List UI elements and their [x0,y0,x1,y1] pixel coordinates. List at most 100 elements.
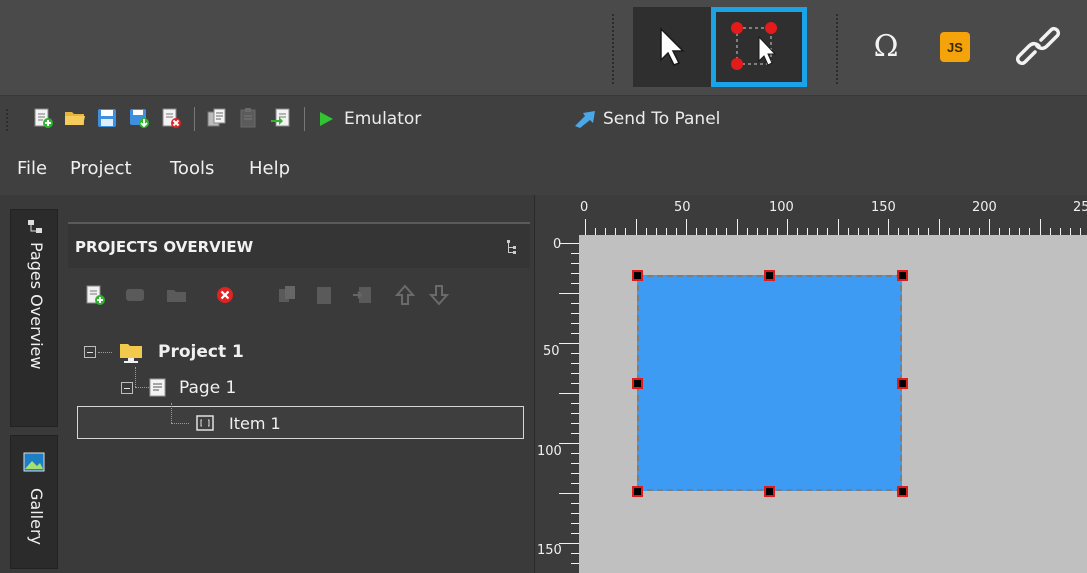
ruler-tick [918,228,920,235]
multi-select-mode-button[interactable] [711,7,807,87]
copy-item-button[interactable] [276,284,298,306]
ruler-tick [559,393,579,394]
send-to-panel-button[interactable]: Send To Panel [573,107,720,131]
ruler-tick [571,263,579,264]
ruler-tick [595,228,597,235]
save-all-icon [130,109,149,128]
ruler-tick [857,228,859,235]
save-all-button[interactable] [128,107,150,129]
page-name: Page 1 [179,378,237,398]
ruler-y-label: 100 [537,444,562,459]
menu-file[interactable]: File [17,158,47,179]
collapse-toggle[interactable] [84,346,96,358]
design-canvas-area: 0 50 100 150 200 25 0 50 100 150 [534,195,1087,573]
ruler-tick [847,228,849,235]
ruler-tick [1059,228,1061,235]
add-project-button[interactable] [84,284,106,306]
ruler-tick [559,243,579,244]
ruler-tick [571,253,579,254]
ruler-tick [989,219,990,235]
import-page-button[interactable] [270,107,292,129]
import-page-icon [271,108,290,127]
save-button[interactable] [96,107,118,129]
resize-handle-top-left[interactable] [632,270,643,281]
collapse-toggle[interactable] [121,382,133,394]
tree-node-page[interactable]: Page 1 [121,373,236,403]
ruler-x-label: 0 [580,200,589,215]
resize-handle-top-right[interactable] [897,270,908,281]
ruler-tick [877,228,879,235]
send-arrow-icon [575,111,595,128]
menu-help[interactable]: Help [249,158,290,179]
link-button[interactable] [1008,24,1068,68]
ruler-tick [571,273,579,274]
import-item-button[interactable] [352,284,374,306]
main-toolbar: Emulator Send To Panel [0,97,1087,143]
tree-node-project[interactable]: Project 1 [84,337,244,367]
move-up-button[interactable] [394,284,416,306]
ruler-tick [958,228,960,235]
paste-item-button[interactable] [314,284,336,306]
side-tab-strip: Pages Overview Gallery [0,195,64,573]
ruler-x-label: 200 [972,200,997,215]
ruler-tick [797,228,799,235]
resize-handle-top-center[interactable] [764,270,775,281]
ruler-tick [571,403,579,404]
ruler-tick [605,228,607,235]
toolbar-grip[interactable] [6,109,9,131]
symbol-button[interactable]: Ω [866,24,906,68]
toolbar-grip[interactable] [836,14,839,84]
resize-handle-middle-right[interactable] [897,378,908,389]
ruler-tick [635,219,637,235]
resize-handle-bottom-center[interactable] [764,486,775,497]
close-project-button[interactable] [160,107,182,129]
pin-panel-icon[interactable] [504,238,520,256]
resize-handle-bottom-right[interactable] [897,486,908,497]
ruler-tick [696,228,698,235]
tree-node-item[interactable]: Item 1 [195,408,281,438]
ruler-tick [571,523,579,524]
ruler-tick [928,228,930,235]
image-icon [23,452,45,472]
javascript-button[interactable]: JS [940,32,970,62]
menu-project[interactable]: Project [70,158,132,179]
send-project-button[interactable] [124,284,146,306]
delete-button[interactable] [214,284,236,306]
ruler-tick [571,433,579,434]
tree-node-item-selected[interactable] [77,406,524,439]
tab-pages-overview[interactable]: Pages Overview [10,209,58,427]
ruler-tick [938,219,940,235]
emulator-button[interactable]: Emulator [316,107,421,131]
resize-handle-middle-left[interactable] [632,378,643,389]
project-folder-icon [120,344,142,363]
copy-page-button[interactable] [206,107,228,129]
mode-bar: Ω JS [0,0,1087,96]
new-project-button[interactable] [32,107,54,129]
ruler-tick [571,323,579,324]
copy-page-icon [207,108,226,127]
open-project-button[interactable] [64,107,86,129]
item-widget-icon [196,415,214,431]
ruler-x-label: 100 [769,200,794,215]
ruler-tick [756,228,758,235]
tab-gallery[interactable]: Gallery [10,435,58,569]
page-icon [149,378,166,397]
menu-tools[interactable]: Tools [170,158,214,179]
select-mode-button[interactable] [633,7,711,87]
close-project-icon [162,108,181,128]
move-down-button[interactable] [428,284,450,306]
ruler-tick [978,228,980,235]
item-widget[interactable] [637,275,902,491]
folder-button[interactable] [166,284,188,306]
ruler-tick [867,228,869,235]
ruler-tick [655,228,657,235]
design-surface[interactable] [579,235,1087,573]
ruler-tick [726,228,728,235]
arrow-down-icon [428,285,450,306]
paste-page-button[interactable] [238,107,260,129]
projects-panel: PROJECTS OVERVIEW Project 1 Page 1 Item … [64,195,534,573]
toolbar-grip[interactable] [612,14,615,84]
paste-page-icon [240,108,256,128]
ruler-tick [559,493,579,494]
resize-handle-bottom-left[interactable] [632,486,643,497]
